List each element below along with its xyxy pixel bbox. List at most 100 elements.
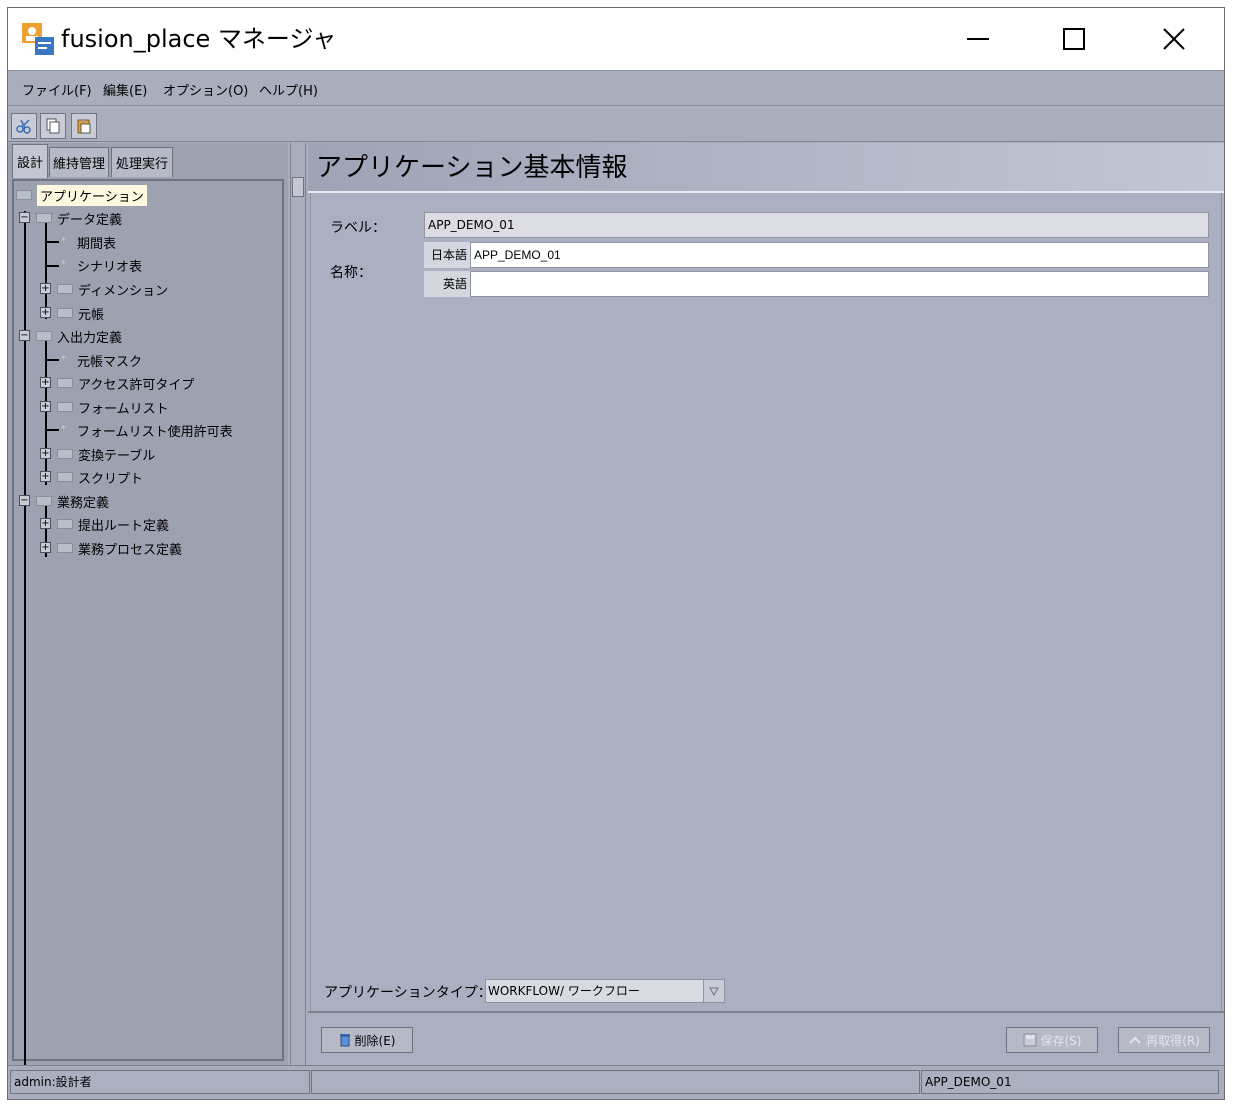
window-title: fusion_place マネージャ [61, 25, 337, 53]
app-logo-icon [22, 23, 54, 55]
tree-node-label: 元帳マスク [77, 354, 143, 370]
title-bar: fusion_place マネージャ [8, 8, 1224, 70]
pane-splitter[interactable] [288, 143, 308, 1065]
tree-node-label: フォームリスト使用許可表 [77, 424, 233, 440]
detail-header: アプリケーション基本情報 [308, 143, 1224, 193]
tree-node-dimension[interactable]: ディメンション [57, 278, 168, 300]
tab-maintenance[interactable]: 維持管理 [49, 147, 109, 177]
app-type-value: WORKFLOW/ ワークフロー [488, 984, 640, 998]
name-en-caption: 英語 [424, 271, 470, 297]
folder-icon [16, 190, 32, 200]
folder-icon [57, 308, 73, 318]
expand-icon[interactable]: + [40, 542, 51, 553]
tree-node-submit-route[interactable]: 提出ルート定義 [57, 513, 169, 535]
tab-execution[interactable]: 処理実行 [111, 147, 173, 177]
tree-node-business-definition[interactable]: 業務定義 [36, 490, 109, 512]
reload-icon [1129, 1036, 1141, 1044]
tree-node-access-permission-type[interactable]: アクセス許可タイプ [57, 372, 194, 394]
save-button[interactable]: 保存(S) [1006, 1027, 1098, 1053]
save-label: 保存(S) [1040, 1033, 1082, 1048]
dropdown-arrow-icon[interactable] [703, 980, 724, 1002]
collapse-icon[interactable]: − [19, 212, 30, 223]
tree-connector [45, 429, 59, 431]
tree-node-label: 入出力定義 [57, 330, 123, 346]
expand-icon[interactable]: + [40, 448, 51, 459]
tree-node-label: データ定義 [57, 212, 123, 228]
folder-icon [57, 519, 73, 529]
app-type-select[interactable]: WORKFLOW/ ワークフロー [485, 979, 725, 1003]
status-user: admin:設計者 [10, 1070, 310, 1094]
tree-node-label: アプリケーション [37, 184, 147, 206]
tree-node-ledger[interactable]: 元帳 [57, 302, 104, 324]
app-type-caption: アプリケーションタイプ： [324, 985, 492, 1001]
reload-button[interactable]: 再取得(R) [1118, 1027, 1210, 1053]
tree-node-scenario-table[interactable]: * シナリオ表 [61, 254, 142, 276]
name-en-input[interactable] [470, 271, 1209, 297]
leaf-icon: * [61, 236, 66, 247]
application-window: fusion_place マネージャ ファイル(F) 編集(E) オプション(O… [7, 7, 1225, 1100]
menu-options[interactable]: オプション(O) [163, 80, 248, 99]
folder-icon [36, 331, 52, 341]
folder-icon [57, 284, 73, 294]
tree-node-business-process[interactable]: 業務プロセス定義 [57, 537, 182, 559]
cut-icon [16, 119, 31, 134]
delete-label: 削除(E) [354, 1033, 396, 1048]
tree-node-label: ディメンション [78, 283, 169, 299]
name-caption: 名称： [330, 265, 372, 281]
tree-node-period-table[interactable]: * 期間表 [61, 231, 116, 253]
minimize-button[interactable] [932, 8, 1024, 70]
paste-button[interactable] [71, 113, 97, 139]
collapse-icon[interactable]: − [19, 495, 30, 506]
tree-node-application[interactable]: アプリケーション [16, 184, 147, 206]
menu-file[interactable]: ファイル(F) [22, 80, 92, 99]
cut-button[interactable] [11, 113, 37, 139]
tree-node-label: 業務プロセス定義 [78, 542, 183, 558]
tree-node-label: アクセス許可タイプ [78, 377, 195, 393]
tree-node-script[interactable]: スクリプト [57, 466, 143, 488]
left-pane: 設計 維持管理 処理実行 アプリケーション − データ定義 * 期間表 * シナ… [8, 143, 288, 1067]
menu-edit[interactable]: 編集(E) [103, 80, 147, 99]
detail-pane: アプリケーション基本情報 ラベル： APP_DEMO_01 名称： 日本語 英語… [308, 143, 1224, 1065]
close-button[interactable] [1128, 8, 1220, 70]
tree-node-label: 業務定義 [57, 495, 110, 511]
expand-icon[interactable]: + [40, 377, 51, 388]
splitter-line [305, 143, 306, 1065]
tree-node-label: スクリプト [78, 471, 144, 487]
tree-node-ledger-mask[interactable]: * 元帳マスク [61, 349, 142, 371]
menu-bar: ファイル(F) 編集(E) オプション(O) ヘルプ(H) [8, 70, 1224, 106]
splitter-handle[interactable] [292, 177, 304, 197]
tree-node-form-list-permission[interactable]: * フォームリスト使用許可表 [61, 419, 233, 441]
close-icon [1163, 28, 1185, 50]
folder-icon [57, 472, 73, 482]
tree-node-io-definition[interactable]: 入出力定義 [36, 325, 122, 347]
action-bar: 削除(E) 保存(S) 再取得(R) [308, 1011, 1224, 1065]
name-ja-caption: 日本語 [424, 242, 470, 268]
tree-connector [45, 265, 59, 267]
tree-node-label: シナリオ表 [77, 259, 143, 275]
expand-icon[interactable]: + [40, 307, 51, 318]
expand-icon[interactable]: + [40, 518, 51, 529]
expand-icon[interactable]: + [40, 471, 51, 482]
expand-icon[interactable]: + [40, 283, 51, 294]
tree-connector [45, 223, 47, 319]
form-area: ラベル： APP_DEMO_01 名称： 日本語 英語 アプリケーションタイプ：… [310, 193, 1222, 1011]
leaf-icon: * [61, 354, 66, 365]
expand-icon[interactable]: + [40, 401, 51, 412]
folder-icon [57, 543, 73, 553]
tree-node-data-definition[interactable]: データ定義 [36, 207, 122, 229]
trash-icon [339, 1034, 350, 1047]
delete-button[interactable]: 削除(E) [321, 1027, 413, 1053]
status-message [311, 1070, 920, 1094]
collapse-icon[interactable]: − [19, 330, 30, 341]
reload-label: 再取得(R) [1146, 1033, 1200, 1048]
folder-icon [57, 378, 73, 388]
toolbar [8, 108, 1224, 142]
copy-button[interactable] [40, 113, 66, 139]
menu-help[interactable]: ヘルプ(H) [259, 80, 318, 99]
tab-design[interactable]: 設計 [12, 144, 48, 178]
tree-node-conversion-table[interactable]: 変換テーブル [57, 443, 155, 465]
name-ja-input[interactable] [470, 242, 1209, 268]
copy-icon [46, 118, 60, 134]
tree-node-form-list[interactable]: フォームリスト [57, 396, 169, 418]
maximize-button[interactable] [1028, 8, 1120, 70]
